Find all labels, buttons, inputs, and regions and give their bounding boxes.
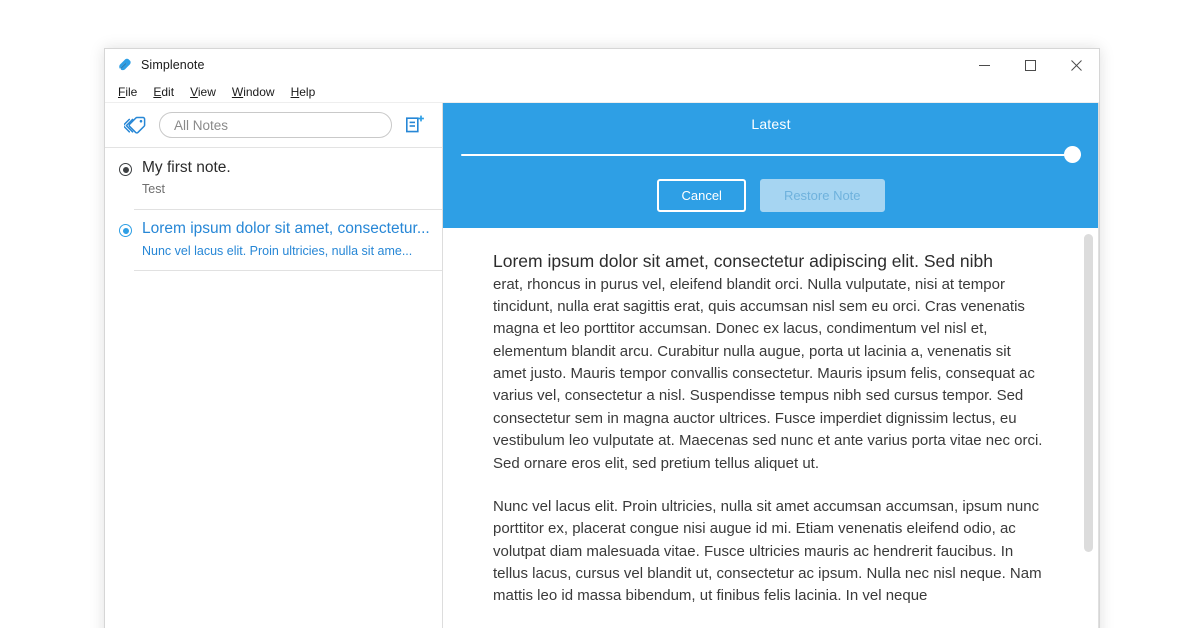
menu-item-help-rest: elp xyxy=(299,84,316,99)
note-editor-content[interactable]: Lorem ipsum dolor sit amet, consectetur … xyxy=(443,228,1099,618)
note-editor[interactable]: Lorem ipsum dolor sit amet, consectetur … xyxy=(443,228,1099,625)
menu-item-edit-rest: dit xyxy=(161,84,175,99)
menu-item-file[interactable]: File xyxy=(118,85,137,99)
maximize-button[interactable] xyxy=(1007,49,1053,81)
close-button[interactable] xyxy=(1053,49,1099,81)
new-note-icon xyxy=(406,115,424,133)
version-actions: Cancel Restore Note xyxy=(461,179,1081,212)
simplenote-window: Simplenote File Edit View Window Help Al… xyxy=(104,48,1100,628)
version-slider[interactable] xyxy=(461,146,1081,164)
note-paragraph: erat, rhoncus in purus vel, eleifend bla… xyxy=(493,275,1043,472)
search-bar xyxy=(105,103,442,148)
note-list-pane: My first note. Test Lorem ipsum dolor si… xyxy=(105,103,443,628)
menu-item-help[interactable]: Help xyxy=(291,85,316,99)
menu-item-view-accesskey: V xyxy=(190,84,198,99)
note-list-item-text: Lorem ipsum dolor sit amet, consectetur.… xyxy=(142,219,430,259)
note-list-item-text: My first note. Test xyxy=(142,158,430,198)
screenshot-canvas: Simplenote File Edit View Window Help Al… xyxy=(0,0,1200,628)
note-list-item-preview: Test xyxy=(142,182,165,197)
version-slider-track xyxy=(461,154,1081,156)
version-label: Latest xyxy=(751,116,791,132)
search-input[interactable] xyxy=(174,117,377,133)
note-list[interactable]: My first note. Test Lorem ipsum dolor si… xyxy=(105,148,442,628)
note-list-item[interactable]: Lorem ipsum dolor sit amet, consectetur.… xyxy=(105,209,442,271)
menu-item-window[interactable]: Window xyxy=(232,85,275,99)
note-title-line: Lorem ipsum dolor sit amet, consectetur … xyxy=(493,251,993,271)
editor-scrollbar-thumb[interactable] xyxy=(1084,234,1093,552)
note-list-item-title: My first note. xyxy=(142,159,231,176)
note-list-item-title: Lorem ipsum dolor sit amet, consectetur.… xyxy=(142,220,430,238)
editor-pane: Latest Cancel Restore Note Lorem ipsum d… xyxy=(443,103,1099,628)
main-split: My first note. Test Lorem ipsum dolor si… xyxy=(105,103,1099,628)
app-title: Simplenote xyxy=(141,58,205,72)
menu-item-help-accesskey: H xyxy=(290,84,300,99)
menu-item-view[interactable]: View xyxy=(190,85,216,99)
app-identity: Simplenote xyxy=(105,57,205,73)
close-icon xyxy=(1070,59,1082,71)
title-bar: Simplenote xyxy=(105,49,1099,81)
new-note-button[interactable] xyxy=(402,112,428,138)
window-right-edge xyxy=(1098,103,1099,628)
note-list-item[interactable]: My first note. Test xyxy=(105,148,442,209)
menu-bar: File Edit View Window Help xyxy=(105,81,1099,103)
tag-drawer-button[interactable] xyxy=(121,111,149,139)
window-controls xyxy=(961,49,1099,81)
menu-item-window-rest: indow xyxy=(243,84,275,99)
maximize-icon xyxy=(1024,59,1036,71)
note-paragraph: Nunc vel lacus elit. Proin ultricies, nu… xyxy=(493,497,1042,605)
note-list-item-preview: Nunc vel lacus elit. Proin ultricies, nu… xyxy=(142,243,413,258)
search-field[interactable] xyxy=(159,112,392,138)
menu-item-edit[interactable]: Edit xyxy=(153,85,174,99)
menu-item-file-rest: ile xyxy=(125,84,138,99)
version-history-banner: Latest Cancel Restore Note xyxy=(443,103,1099,228)
menu-item-view-rest: iew xyxy=(197,84,216,99)
editor-scrollbar[interactable] xyxy=(1084,234,1093,625)
minimize-icon xyxy=(978,64,990,66)
note-status-bullet-icon xyxy=(119,224,132,238)
menu-item-window-accesskey: W xyxy=(231,84,244,99)
cancel-button[interactable]: Cancel xyxy=(657,179,746,212)
simplenote-logo-icon xyxy=(119,58,131,71)
version-slider-thumb[interactable] xyxy=(1064,146,1081,163)
minimize-button[interactable] xyxy=(961,49,1007,81)
tags-icon xyxy=(123,116,145,134)
note-status-bullet-icon xyxy=(119,163,132,176)
restore-note-button[interactable]: Restore Note xyxy=(759,179,885,212)
